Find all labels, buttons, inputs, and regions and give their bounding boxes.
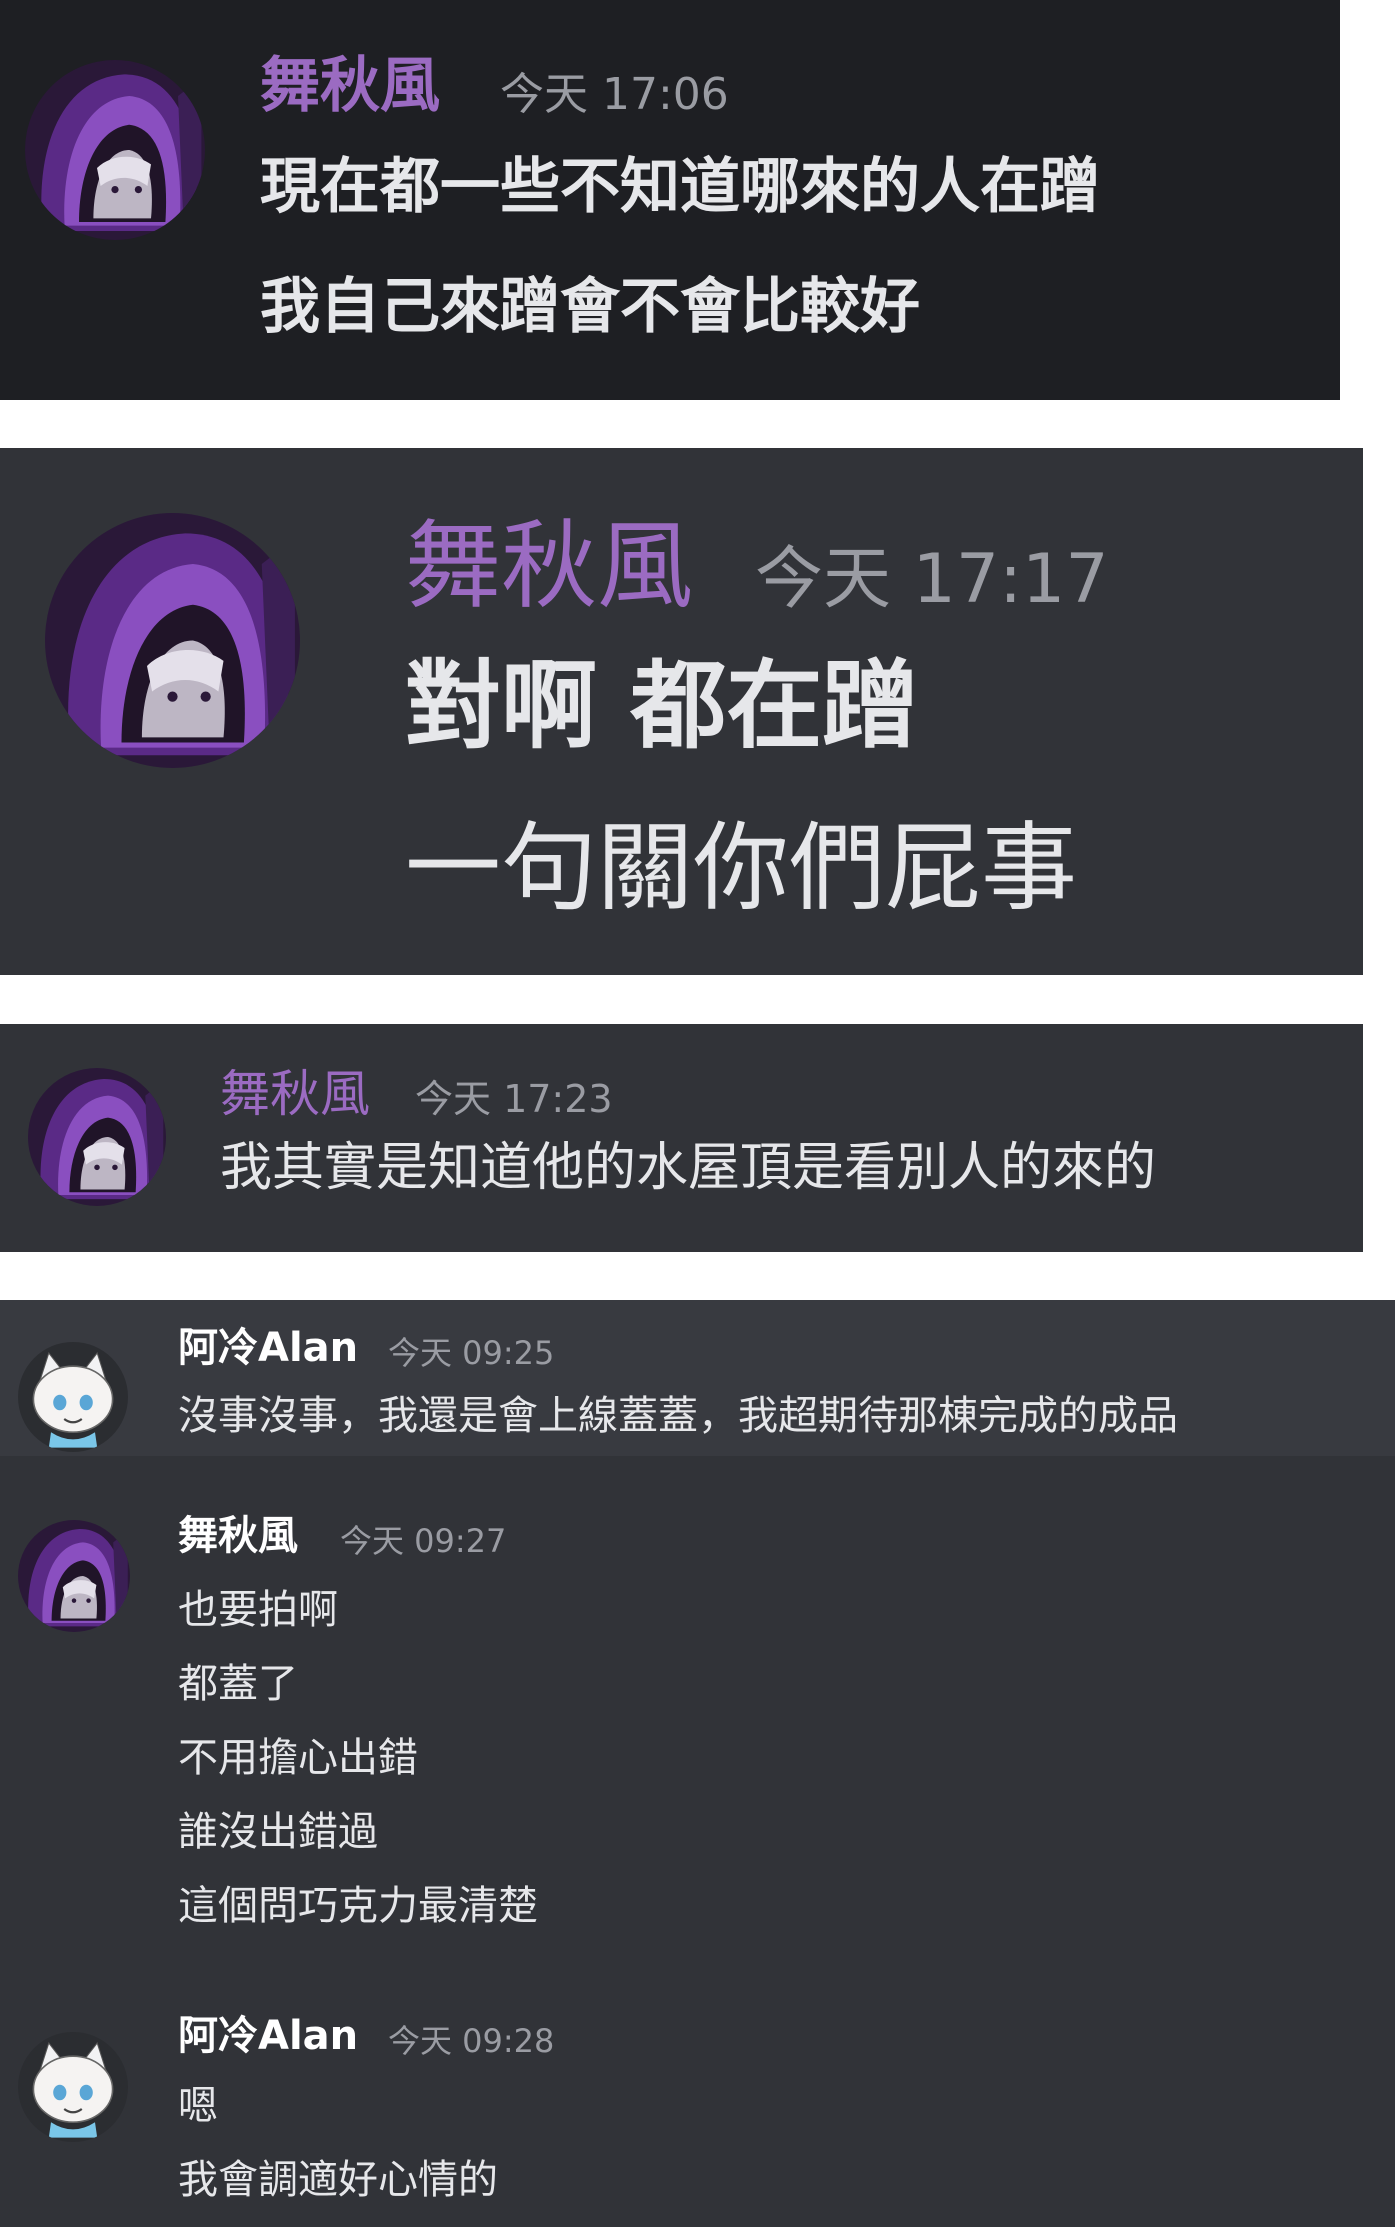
message-panel-4: 阿冷Alan 今天 09:25 沒事沒事，我還是會上線蓋蓋，我超期待那棟完成的成… xyxy=(0,1300,1395,2227)
message-panel-1: 舞秋風 今天 17:06 現在都一些不知道哪來的人在蹭 我自己來蹭會不會比較好 xyxy=(0,0,1340,400)
purple-hood-avatar-icon[interactable] xyxy=(45,513,300,768)
message-panel-3: 舞秋風 今天 17:23 我其實是知道他的水屋頂是看別人的來的 xyxy=(0,1024,1363,1252)
message-group: 舞秋風 今天 17:17 對啊 都在蹭 一句關你們屁事 xyxy=(0,448,1363,975)
username[interactable]: 舞秋風 xyxy=(220,1062,370,1126)
message-line: 我其實是知道他的水屋頂是看別人的來的 xyxy=(220,1138,1157,1198)
message-line: 誰沒出錯過 xyxy=(178,1809,378,1855)
purple-hood-avatar-icon[interactable] xyxy=(28,1068,166,1206)
message-line: 不用擔心出錯 xyxy=(178,1735,418,1781)
timestamp: 今天 09:28 xyxy=(388,2022,555,2060)
timestamp: 今天 09:25 xyxy=(388,1334,555,1372)
message-group: 舞秋風 今天 17:23 我其實是知道他的水屋頂是看別人的來的 xyxy=(0,1024,1363,1252)
timestamp: 今天 09:27 xyxy=(340,1522,507,1560)
message-line: 都蓋了 xyxy=(178,1661,298,1707)
white-cat-avatar-icon[interactable] xyxy=(18,2032,128,2142)
username[interactable]: 阿冷Alan xyxy=(178,2010,358,2062)
message-line: 沒事沒事，我還是會上線蓋蓋，我超期待那棟完成的成品 xyxy=(178,1393,1178,1439)
message-line: 也要拍啊 xyxy=(178,1587,338,1633)
message-line: 我會調適好心情的 xyxy=(178,2157,498,2203)
message-group: 阿冷Alan 今天 09:25 沒事沒事，我還是會上線蓋蓋，我超期待那棟完成的成… xyxy=(0,1300,1395,1456)
timestamp: 今天 17:23 xyxy=(415,1077,613,1121)
message-line: 嗯 xyxy=(178,2083,218,2129)
username[interactable]: 舞秋風 xyxy=(260,48,440,124)
timestamp: 今天 17:06 xyxy=(500,69,729,120)
username[interactable]: 舞秋風 xyxy=(405,508,693,624)
username[interactable]: 舞秋風 xyxy=(178,1510,298,1562)
message-group: 阿冷Alan 今天 09:28 嗯 我會調適好心情的 xyxy=(0,2000,1395,2227)
timestamp: 今天 17:17 xyxy=(755,540,1109,619)
white-cat-avatar-icon[interactable] xyxy=(18,1342,128,1452)
message-line: 我自己來蹭會不會比較好 xyxy=(260,272,920,342)
message-group: 舞秋風 今天 09:27 也要拍啊 都蓋了 不用擔心出錯 誰沒出錯過 這個問巧克… xyxy=(0,1500,1395,1960)
username[interactable]: 阿冷Alan xyxy=(178,1322,358,1374)
purple-hood-avatar-icon[interactable] xyxy=(18,1520,130,1632)
purple-hood-avatar-icon[interactable] xyxy=(25,60,205,240)
message-line: 對啊 都在蹭 xyxy=(405,650,919,762)
message-line: 一句關你們屁事 xyxy=(405,812,1077,924)
message-panel-2: 舞秋風 今天 17:17 對啊 都在蹭 一句關你們屁事 xyxy=(0,448,1363,975)
message-line: 現在都一些不知道哪來的人在蹭 xyxy=(260,152,1100,222)
message-line: 這個問巧克力最清楚 xyxy=(178,1883,538,1929)
message-group: 舞秋風 今天 17:06 現在都一些不知道哪來的人在蹭 我自己來蹭會不會比較好 xyxy=(0,0,1340,400)
